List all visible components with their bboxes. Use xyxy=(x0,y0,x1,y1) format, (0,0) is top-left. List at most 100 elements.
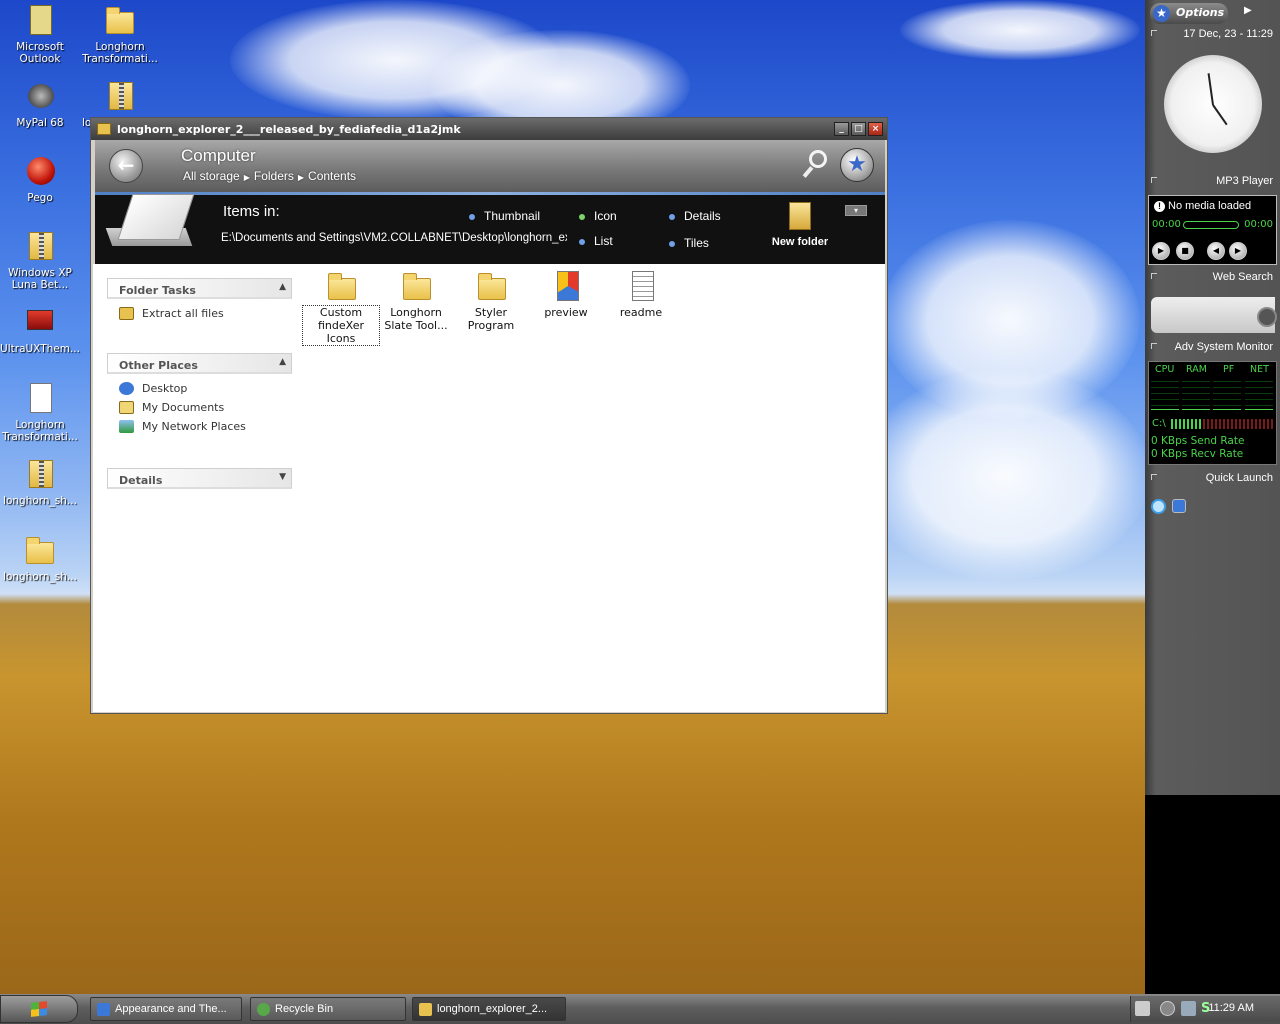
zip-folder-icon xyxy=(23,458,57,492)
back-button[interactable]: ← xyxy=(109,149,143,183)
desktop-icon-label: longhorn_sh... xyxy=(3,571,77,583)
file-item-custom-findexer-icons[interactable]: Custom findeXer Icons xyxy=(302,270,380,346)
network-places-icon xyxy=(119,420,134,433)
favorites-button[interactable]: ★ xyxy=(840,148,874,182)
file-name: readme xyxy=(619,306,663,319)
zip-folder-icon xyxy=(103,80,137,114)
web-search-input[interactable] xyxy=(1151,297,1277,333)
search-go-button[interactable] xyxy=(1257,307,1277,327)
content-area[interactable]: Folder Tasks ▲ Extract all files Other Pl… xyxy=(93,264,885,712)
zip-folder-icon xyxy=(419,1003,432,1016)
details-panel: Details ▼ xyxy=(107,468,292,489)
task-longhorn-explorer[interactable]: longhorn_explorer_2... xyxy=(412,997,566,1021)
desktop-link[interactable]: Desktop xyxy=(107,374,292,398)
gadget-grip[interactable] xyxy=(1151,474,1157,480)
other-places-header[interactable]: Other Places ▲ xyxy=(107,353,292,374)
file-item-longhorn-slate-tool[interactable]: Longhorn Slate Tool... xyxy=(378,270,454,332)
view-label: Thumbnail xyxy=(484,209,541,223)
stop-button[interactable]: ■ xyxy=(1176,242,1194,260)
mp3-seek-bar[interactable] xyxy=(1183,221,1239,229)
folder-icon xyxy=(475,270,507,302)
pego-icon xyxy=(23,155,57,189)
taskbar-clock[interactable]: 11:29 AM xyxy=(1208,1002,1254,1014)
network-icon[interactable] xyxy=(1181,1001,1196,1016)
radio-icon xyxy=(469,213,475,220)
document-icon xyxy=(23,382,57,416)
options-button[interactable]: ★ Options xyxy=(1150,3,1228,24)
view-icon[interactable]: Icon xyxy=(579,209,617,223)
breadcrumb-folders[interactable]: Folders xyxy=(254,169,294,183)
net-label: NET xyxy=(1250,364,1269,375)
view-label: Tiles xyxy=(684,236,709,250)
breadcrumb-all-storage[interactable]: All storage xyxy=(183,169,240,183)
image-file-icon xyxy=(550,270,582,302)
new-folder-icon xyxy=(789,202,811,230)
panel-title: Folder Tasks xyxy=(119,284,196,297)
start-button[interactable] xyxy=(0,995,78,1023)
desktop-icon-outlook[interactable]: Microsoft Outlook xyxy=(0,4,80,65)
gadget-grip[interactable] xyxy=(1151,273,1157,279)
desktop-icon-label: Microsoft Outlook xyxy=(16,41,64,65)
view-tiles[interactable]: Tiles xyxy=(669,236,709,250)
desktop-icon-windows-xp-luna[interactable]: Windows XP Luna Bet... xyxy=(0,230,80,291)
desktop-icon-longhorn-sh-zip[interactable]: longhorn_sh... xyxy=(0,458,80,507)
items-band: Items in: E:\Documents and Settings\VM2.… xyxy=(95,192,885,264)
folder-tasks-header[interactable]: Folder Tasks ▲ xyxy=(107,278,292,299)
next-button[interactable]: ▶ xyxy=(1229,242,1247,260)
sidebar-date-time: 17 Dec, 23 - 11:29 xyxy=(1183,28,1273,40)
system-monitor: CPU RAM PF NET C:\ 0 KBps Send Rate 0 KB… xyxy=(1148,361,1277,465)
panel-title: Details xyxy=(119,474,163,487)
keyboard-icon[interactable] xyxy=(1135,1001,1150,1016)
drive-usage-bar xyxy=(1171,419,1275,429)
ultrauxtheme-icon xyxy=(23,306,57,340)
desktop-icon-ultrauxtheme[interactable]: UltraUXThem... xyxy=(0,306,80,355)
pf-label: PF xyxy=(1223,364,1235,375)
gadget-grip[interactable] xyxy=(1151,30,1157,36)
outlook-express-icon[interactable] xyxy=(1172,499,1186,513)
desktop-icon-longhorn-transformation-doc[interactable]: Longhorn Transformati... xyxy=(0,382,80,443)
desktop-icon-pego[interactable]: Pego xyxy=(0,155,80,204)
my-documents-link[interactable]: My Documents xyxy=(107,398,292,417)
desktop-icon-longhorn-sh-folder[interactable]: longhorn_sh... xyxy=(0,534,80,583)
desktop-icon-label: Longhorn Transformati... xyxy=(2,419,78,443)
gadget-grip[interactable] xyxy=(1151,343,1157,349)
panel-title: Other Places xyxy=(119,359,198,372)
task-appearance-and-themes[interactable]: Appearance and The... xyxy=(90,997,242,1021)
file-item-styler-program[interactable]: Styler Program xyxy=(453,270,529,332)
file-name: Custom findeXer Icons xyxy=(302,305,380,346)
extract-all-files-link[interactable]: Extract all files xyxy=(107,299,292,323)
mypal-icon xyxy=(23,80,57,114)
folder-tasks-panel: Folder Tasks ▲ Extract all files xyxy=(107,278,292,323)
info-icon: ! xyxy=(1154,201,1165,212)
file-item-preview[interactable]: preview xyxy=(528,270,604,319)
view-list[interactable]: List xyxy=(579,234,613,248)
view-details[interactable]: Details xyxy=(669,209,721,223)
new-folder-button[interactable]: New folder xyxy=(770,202,830,248)
play-button[interactable]: ▶ xyxy=(1152,242,1170,260)
minimize-button[interactable]: _ xyxy=(834,122,849,136)
outlook-icon xyxy=(23,4,57,38)
desktop-icon-mypal[interactable]: MyPal 68 xyxy=(0,80,80,129)
pf-graph xyxy=(1213,376,1241,410)
file-item-readme[interactable]: readme xyxy=(603,270,679,319)
chevron-right-icon[interactable]: ▶ xyxy=(1244,5,1252,16)
collapse-band-button[interactable]: ▾ xyxy=(845,205,867,216)
explorer-window[interactable]: longhorn_explorer_2___released_by_fediaf… xyxy=(90,117,888,714)
gadget-grip[interactable] xyxy=(1151,177,1157,183)
task-recycle-bin[interactable]: Recycle Bin xyxy=(250,997,406,1021)
my-network-places-link[interactable]: My Network Places xyxy=(107,417,292,436)
desktop-icon-longhorn-transformation-folder[interactable]: Longhorn Transformati... xyxy=(80,4,160,65)
new-folder-label: New folder xyxy=(771,236,829,248)
breadcrumb-contents[interactable]: Contents xyxy=(308,169,356,183)
window-title: longhorn_explorer_2___released_by_fediaf… xyxy=(117,122,461,136)
previous-button[interactable]: ◀ xyxy=(1207,242,1225,260)
details-header[interactable]: Details ▼ xyxy=(107,468,292,489)
chevron-left-icon[interactable] xyxy=(1160,1001,1175,1016)
close-button[interactable]: × xyxy=(868,122,883,136)
search-button[interactable] xyxy=(801,148,831,180)
title-bar[interactable]: longhorn_explorer_2___released_by_fediaf… xyxy=(91,118,887,140)
internet-explorer-icon[interactable] xyxy=(1151,499,1166,514)
maximize-button[interactable]: □ xyxy=(851,122,866,136)
cpu-graph xyxy=(1151,376,1179,410)
view-thumbnail[interactable]: Thumbnail xyxy=(469,209,540,223)
